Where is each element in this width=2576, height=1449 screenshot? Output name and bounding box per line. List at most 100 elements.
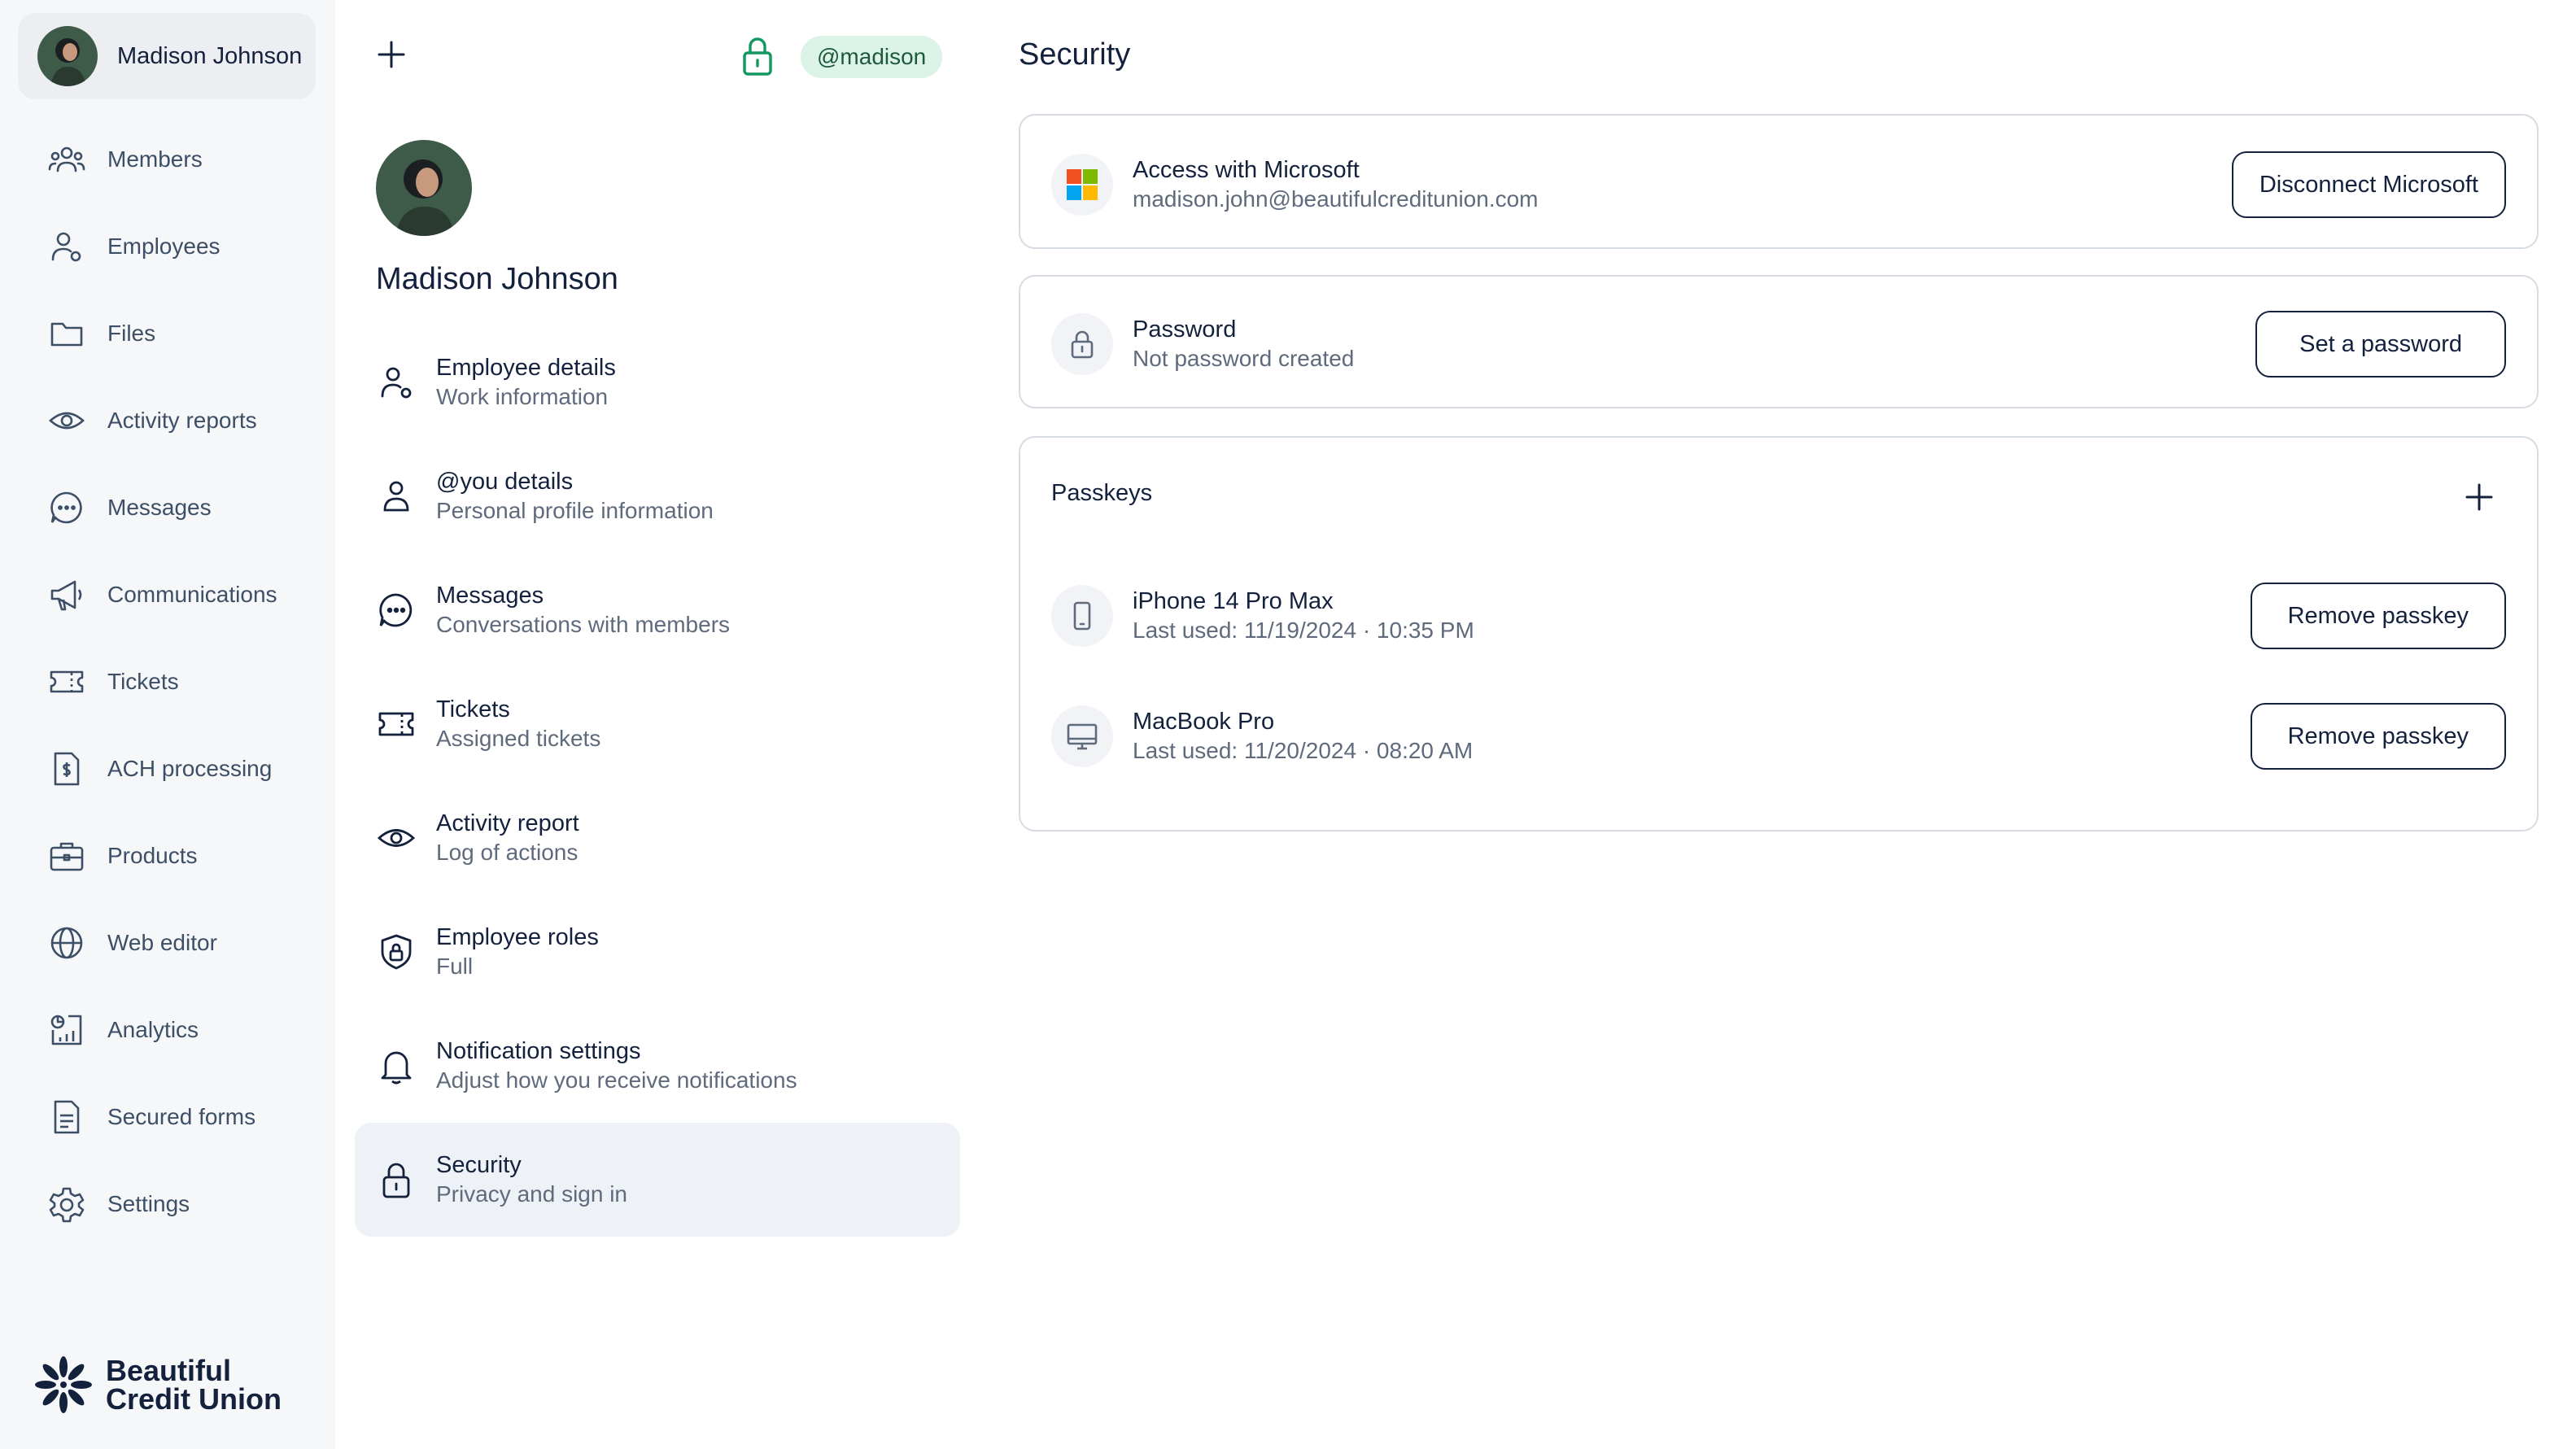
sidebar-item-label: Activity reports	[107, 407, 257, 433]
sidebar-item-label: Employees	[107, 233, 220, 259]
sidebar-nav: Members Employees Files Activity reports	[0, 116, 335, 1247]
shield-lock-icon	[381, 934, 412, 970]
password-title: Password	[1133, 316, 1237, 343]
sidebar-item-messages[interactable]: Messages	[0, 464, 335, 551]
phone-icon	[1073, 601, 1091, 631]
menu-item-title: Notification settings	[436, 1038, 641, 1064]
profile-panel: @madison Madison Johnson Employee detail…	[335, 0, 986, 1449]
sidebar-item-communications[interactable]: Communications	[0, 551, 335, 638]
lock-icon	[743, 37, 772, 76]
menu-item-subtitle: Assigned tickets	[436, 726, 601, 751]
sidebar-item-tickets[interactable]: Tickets	[0, 638, 335, 725]
sidebar-item-products[interactable]: Products	[0, 812, 335, 899]
avatar	[37, 26, 98, 86]
sidebar-item-label: Web editor	[107, 929, 217, 955]
sidebar-item-label: Messages	[107, 494, 212, 520]
password-status: Not password created	[1133, 346, 1355, 371]
sidebar-item-web-editor[interactable]: Web editor	[0, 899, 335, 986]
passkey-device-name: iPhone 14 Pro Max	[1133, 588, 1334, 614]
microsoft-access-title: Access with Microsoft	[1133, 157, 1360, 183]
microsoft-logo-container	[1051, 154, 1113, 216]
add-icon[interactable]	[373, 36, 410, 73]
sidebar-item-analytics[interactable]: Analytics	[0, 986, 335, 1073]
brand-logo: Beautiful Credit Union	[33, 1354, 282, 1416]
menu-item-subtitle: Privacy and sign in	[436, 1181, 628, 1207]
user-chip[interactable]: Madison Johnson	[18, 13, 316, 99]
user-name: Madison Johnson	[117, 42, 303, 69]
passkey-device-icon-container	[1051, 705, 1113, 767]
brand-name-line1: Beautiful	[106, 1354, 232, 1387]
sidebar-item-files[interactable]: Files	[0, 290, 335, 377]
sidebar-item-label: ACH processing	[107, 755, 273, 781]
sidebar-item-members[interactable]: Members	[0, 116, 335, 203]
menu-item-title: Security	[436, 1152, 522, 1178]
menu-item-title: Tickets	[436, 696, 510, 722]
passkeys-card: Passkeys iPhone 14 Pro Max Last used: 11…	[1019, 436, 2539, 831]
profile-menu: Employee details Work information @you d…	[355, 325, 960, 1237]
gear-icon	[49, 1187, 85, 1222]
menu-item-subtitle: Conversations with members	[436, 612, 731, 637]
sidebar-item-ach-processing[interactable]: ACH processing	[0, 725, 335, 812]
menu-item-title: Employee roles	[436, 924, 599, 950]
page-title: Security	[1019, 37, 1131, 72]
sidebar-item-settings[interactable]: Settings	[0, 1160, 335, 1247]
sidebar-item-label: Members	[107, 146, 203, 172]
menu-item-activity-report[interactable]: Activity report Log of actions	[355, 781, 960, 895]
menu-item-subtitle: Full	[436, 954, 474, 979]
menu-item-employee-roles[interactable]: Employee roles Full	[355, 895, 960, 1009]
eye-icon	[49, 412, 85, 429]
sidebar-item-employees[interactable]: Employees	[0, 203, 335, 290]
microsoft-access-card: Access with Microsoft madison.john@beaut…	[1019, 114, 2539, 249]
chat-icon	[379, 593, 413, 627]
microsoft-email: madison.john@beautifulcreditunion.com	[1133, 186, 1539, 212]
menu-item-security[interactable]: Security Privacy and sign in	[355, 1123, 960, 1237]
employee-details-icon	[381, 367, 412, 399]
sidebar-item-label: Products	[107, 842, 198, 868]
person-icon	[383, 481, 409, 512]
monitor-icon	[1067, 723, 1098, 750]
lock-icon	[1071, 330, 1094, 359]
menu-item-subtitle: Log of actions	[436, 840, 579, 865]
remove-passkey-button[interactable]: Remove passkey	[2250, 583, 2506, 649]
menu-item-title: @you details	[436, 469, 574, 495]
folder-icon	[50, 322, 83, 346]
passkey-last-used: Last used: 11/19/2024 · 10:35 PM	[1133, 618, 1474, 643]
bell-icon	[381, 1051, 412, 1085]
menu-item-tickets[interactable]: Tickets Assigned tickets	[355, 667, 960, 781]
lock-icon	[382, 1163, 410, 1198]
menu-item-notification-settings[interactable]: Notification settings Adjust how you rec…	[355, 1009, 960, 1123]
sidebar-item-label: Tickets	[107, 668, 179, 694]
globe-icon	[50, 927, 83, 958]
password-icon-container	[1051, 313, 1113, 375]
add-passkey-icon[interactable]	[2460, 478, 2498, 516]
sidebar-item-secured-forms[interactable]: Secured forms	[0, 1073, 335, 1160]
form-icon	[54, 1100, 80, 1133]
dollar-document-icon	[54, 752, 80, 785]
menu-item-subtitle: Work information	[436, 384, 609, 409]
passkey-device-icon-container	[1051, 585, 1113, 647]
sidebar-item-label: Files	[107, 320, 156, 346]
employee-icon	[51, 232, 81, 261]
profile-avatar	[376, 140, 472, 236]
sidebar-item-label: Settings	[107, 1190, 190, 1216]
menu-item-subtitle: Adjust how you receive notifications	[436, 1067, 797, 1093]
passkey-last-used: Last used: 11/20/2024 · 08:20 AM	[1133, 738, 1474, 763]
chat-icon	[50, 491, 82, 523]
menu-item-messages[interactable]: Messages Conversations with members	[355, 553, 960, 667]
sidebar: Madison Johnson Members Employees Files	[0, 0, 335, 1449]
menu-item-you-details[interactable]: @you details Personal profile informatio…	[355, 439, 960, 553]
menu-item-employee-details[interactable]: Employee details Work information	[355, 325, 960, 439]
set-password-button[interactable]: Set a password	[2255, 311, 2506, 378]
menu-item-subtitle: Personal profile information	[436, 498, 714, 523]
disconnect-microsoft-button[interactable]: Disconnect Microsoft	[2231, 151, 2506, 218]
sidebar-item-activity-reports[interactable]: Activity reports	[0, 377, 335, 464]
flower-logo-icon	[35, 1356, 92, 1413]
sidebar-item-label: Secured forms	[107, 1103, 256, 1129]
microsoft-logo-icon	[1067, 169, 1098, 200]
ticket-icon	[50, 670, 84, 692]
passkeys-title: Passkeys	[1051, 480, 1153, 506]
sidebar-item-label: Communications	[107, 581, 277, 607]
remove-passkey-button[interactable]: Remove passkey	[2250, 703, 2506, 770]
profile-name: Madison Johnson	[376, 262, 618, 296]
briefcase-icon	[50, 842, 84, 871]
